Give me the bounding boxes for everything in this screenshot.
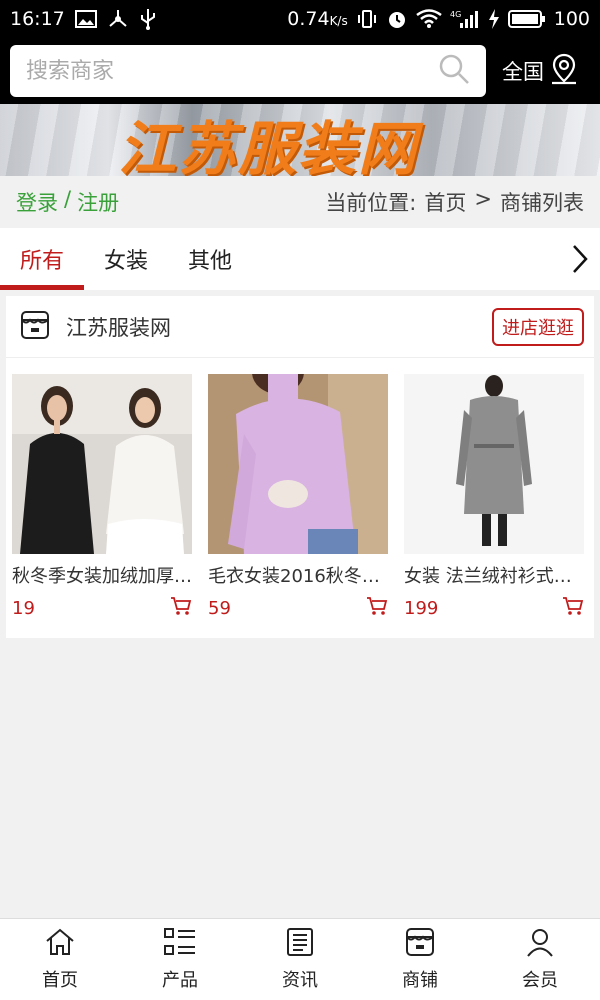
product-price: 199 xyxy=(404,597,439,619)
user-icon xyxy=(525,927,555,962)
cart-icon[interactable] xyxy=(170,596,192,620)
battery-level: 100 xyxy=(553,8,590,30)
shop-icon xyxy=(20,310,50,344)
search-icon[interactable] xyxy=(438,53,470,89)
breadcrumb-prefix: 当前位置: xyxy=(325,191,417,215)
product-price: 59 xyxy=(208,597,231,619)
search-input[interactable] xyxy=(26,58,438,84)
nav-products[interactable]: 产品 xyxy=(120,919,240,1000)
news-icon xyxy=(285,927,315,962)
nav-home-label: 首页 xyxy=(42,970,78,991)
price-row: 199 xyxy=(404,596,584,620)
price-row: 19 xyxy=(12,596,192,620)
product-image[interactable] xyxy=(12,374,192,554)
enter-shop-button[interactable]: 进店逛逛 xyxy=(492,307,584,346)
tab-womens[interactable]: 女装 xyxy=(84,228,168,290)
tab-all[interactable]: 所有 xyxy=(0,228,84,290)
nav-shops-label: 商铺 xyxy=(402,970,438,991)
product-list: 秋冬季女装加绒加厚打底衫 19 xyxy=(6,374,594,620)
net-speed: 0.74K/s xyxy=(287,8,348,30)
price-row: 59 xyxy=(208,596,388,620)
product-card[interactable]: 毛衣女装2016秋冬新款高领 59 xyxy=(208,374,398,620)
product-name[interactable]: 毛衣女装2016秋冬新款高领 xyxy=(208,562,388,588)
list-icon xyxy=(163,927,197,962)
auth-links: 登录 / 注册 xyxy=(16,187,119,217)
signal-icon: 4G xyxy=(450,9,480,29)
usb-icon xyxy=(139,7,157,31)
shop-card: 江苏服装网 进店逛逛 秋冬季女装加绒加厚打底衫 xyxy=(6,296,594,638)
image-icon xyxy=(74,10,97,28)
bottom-nav: 首页 产品 资讯 商铺 会员 xyxy=(0,918,600,1000)
nav-member-label: 会员 xyxy=(522,970,558,991)
battery-icon xyxy=(507,9,546,29)
breadcrumb-arrow: > xyxy=(474,187,492,211)
charging-icon xyxy=(488,9,500,29)
search-box[interactable] xyxy=(10,45,486,97)
product-name[interactable]: 秋冬季女装加绒加厚打底衫 xyxy=(12,562,192,588)
register-link[interactable]: 注册 xyxy=(77,187,119,217)
login-link[interactable]: 登录 xyxy=(16,187,58,217)
nav-member[interactable]: 会员 xyxy=(480,919,600,1000)
tab-other[interactable]: 其他 xyxy=(168,228,252,290)
nav-shops[interactable]: 商铺 xyxy=(360,919,480,1000)
home-icon xyxy=(44,927,76,962)
product-name[interactable]: 女装 法兰绒衬衫式连衣裙 xyxy=(404,562,584,588)
banner[interactable]: 江苏服装网 xyxy=(0,104,600,176)
product-image[interactable] xyxy=(208,374,388,554)
product-image[interactable] xyxy=(404,374,584,554)
wifi-icon xyxy=(415,9,442,29)
nav-home[interactable]: 首页 xyxy=(0,919,120,1000)
status-bar: 16:17 0.74K/s 4G 100 xyxy=(0,0,600,38)
header: 全国 xyxy=(0,38,600,104)
cart-icon[interactable] xyxy=(562,596,584,620)
shop-icon xyxy=(405,927,435,962)
alarm-icon xyxy=(386,8,408,30)
shop-header: 江苏服装网 进店逛逛 xyxy=(6,296,594,358)
breadcrumb-row: 登录 / 注册 当前位置: 首页 > 商铺列表 xyxy=(0,176,600,228)
svg-text:4G: 4G xyxy=(450,10,461,19)
shop-name[interactable]: 江苏服装网 xyxy=(66,312,171,342)
region-selector[interactable]: 全国 xyxy=(502,53,578,90)
product-price: 19 xyxy=(12,597,35,619)
location-pin-icon xyxy=(550,53,578,90)
nav-news-label: 资讯 xyxy=(282,970,318,991)
nav-news[interactable]: 资讯 xyxy=(240,919,360,1000)
status-time: 16:17 xyxy=(10,8,65,30)
vibrate-icon xyxy=(356,9,378,29)
breadcrumb: 当前位置: 首页 > 商铺列表 xyxy=(325,187,584,217)
nav-products-label: 产品 xyxy=(162,970,198,991)
auth-separator: / xyxy=(64,187,72,211)
breadcrumb-home[interactable]: 首页 xyxy=(424,187,466,217)
cart-icon[interactable] xyxy=(366,596,388,620)
share-icon xyxy=(107,9,129,29)
chevron-right-icon[interactable] xyxy=(560,228,600,290)
product-card[interactable]: 秋冬季女装加绒加厚打底衫 19 xyxy=(12,374,202,620)
category-tabs: 所有 女装 其他 xyxy=(0,228,600,290)
banner-title: 江苏服装网 xyxy=(118,115,419,176)
breadcrumb-current: 商铺列表 xyxy=(500,191,584,215)
product-card[interactable]: 女装 法兰绒衬衫式连衣裙 199 xyxy=(404,374,594,620)
region-label: 全国 xyxy=(502,60,544,84)
